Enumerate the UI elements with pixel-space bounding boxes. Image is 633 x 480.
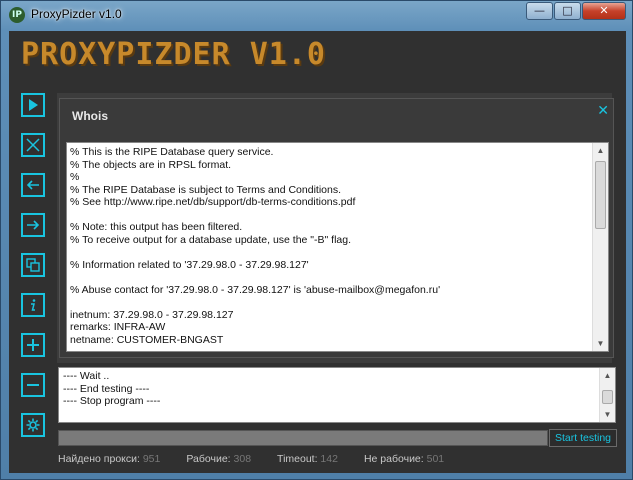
- app-logo: PROXYPIZDER V1.0: [21, 37, 326, 72]
- stat-value: 951: [142, 453, 161, 465]
- stat-label: Timeout:: [277, 453, 321, 465]
- window-controls: — □ ✕: [525, 2, 626, 20]
- title-bar[interactable]: IP ProxyPizder v1.0 — □ ✕: [1, 1, 632, 29]
- stat-value: 501: [426, 453, 445, 465]
- whois-line: % This is the RIPE Database query servic…: [70, 146, 274, 158]
- log-scrollbar[interactable]: ▲ ▼: [599, 368, 615, 422]
- copy-icon: [26, 258, 40, 272]
- scroll-thumb[interactable]: [602, 390, 613, 404]
- whois-line: % The objects are in RPSL format.: [70, 158, 232, 171]
- play-icon: [29, 99, 38, 111]
- close-icon[interactable]: ✕: [597, 103, 609, 119]
- stat-item: Найдено прокси: 951: [58, 453, 160, 465]
- stat-value: 142: [320, 453, 338, 465]
- stats-bar: Найдено прокси: 951 Рабочие: 308 Timeout: …: [58, 453, 470, 465]
- client-area: PROXYPIZDER V1.0 Whois ✕ % This is the R…: [9, 31, 626, 473]
- log-line: ---- Stop program ----: [63, 395, 161, 407]
- copy-button[interactable]: [21, 253, 45, 277]
- minus-icon: [27, 384, 39, 386]
- whois-line: % See http://www.ripe.net/db/support/db-…: [70, 196, 356, 208]
- plus-icon: [27, 339, 39, 351]
- stat-label: Рабочие:: [186, 453, 234, 465]
- remove-button[interactable]: [21, 373, 45, 397]
- whois-line: % To receive output for a database updat…: [70, 233, 352, 246]
- stat-item: Timeout: 142: [277, 453, 338, 465]
- whois-line: inetnum: 37.29.98.0 - 37.29.98.127: [70, 308, 234, 321]
- info-icon: [31, 299, 36, 311]
- log-lines: ---- Wait .. ---- End testing ---- ---- St…: [63, 370, 160, 408]
- whois-output[interactable]: % This is the RIPE Database query servic…: [66, 142, 609, 352]
- app-icon: IP: [9, 7, 25, 23]
- scroll-down-icon[interactable]: ▼: [593, 336, 608, 351]
- log-output[interactable]: ---- Wait .. ---- End testing ---- ---- St…: [58, 367, 616, 423]
- info-button[interactable]: [21, 293, 45, 317]
- stat-value: 308: [233, 453, 252, 465]
- stat-item: Не рабочие: 501: [364, 453, 444, 465]
- log-line: ---- Wait ..: [63, 370, 110, 382]
- whois-line: % The RIPE Database is subject to Terms …: [70, 183, 342, 196]
- settings-button[interactable]: [21, 413, 45, 437]
- scroll-down-icon[interactable]: ▼: [600, 407, 615, 422]
- stat-item: Рабочие: 308: [186, 453, 251, 465]
- sidebar-toolbar: [21, 93, 47, 453]
- app-window: IP ProxyPizder v1.0 — □ ✕ PROXYPIZDER V1…: [0, 0, 633, 480]
- scroll-thumb[interactable]: [595, 161, 606, 229]
- whois-scrollbar[interactable]: ▲ ▼: [592, 143, 608, 351]
- gear-icon: [26, 418, 40, 432]
- minimize-button[interactable]: —: [526, 2, 553, 20]
- maximize-button[interactable]: □: [554, 2, 581, 20]
- whois-line: remarks: INFRA-AW: [70, 321, 166, 333]
- whois-line: %: [70, 171, 80, 183]
- stat-label: Не рабочие:: [363, 453, 427, 465]
- window-title: ProxyPizder v1.0: [31, 7, 122, 21]
- scroll-up-icon[interactable]: ▲: [593, 143, 608, 158]
- stat-label: Найдено прокси:: [58, 453, 143, 465]
- add-button[interactable]: [21, 333, 45, 357]
- close-button[interactable]: ✕: [582, 2, 626, 20]
- import-icon: [26, 180, 39, 190]
- scroll-up-icon[interactable]: ▲: [600, 368, 615, 383]
- whois-line: % Note: this output has been filtered.: [70, 221, 243, 233]
- whois-lines: % This is the RIPE Database query servic…: [70, 146, 590, 346]
- whois-line: [70, 246, 590, 259]
- export-icon: [27, 220, 40, 230]
- progress-bar: [58, 430, 548, 446]
- start-button[interactable]: [21, 93, 45, 117]
- whois-line: % Abuse contact for '37.29.98.0 - 37.29.…: [70, 283, 441, 296]
- log-line: ---- End testing ----: [63, 382, 150, 395]
- start-testing-button[interactable]: Start testing: [549, 429, 617, 447]
- whois-line: netname: CUSTOMER-BNGAST: [70, 333, 224, 346]
- whois-header: Whois ✕: [60, 99, 613, 123]
- whois-title: Whois: [72, 109, 108, 123]
- whois-panel: Whois ✕ % This is the RIPE Database quer…: [59, 98, 614, 358]
- whois-line: [70, 271, 590, 284]
- export-button[interactable]: [21, 213, 45, 237]
- whois-line: % Information related to '37.29.98.0 - 3…: [70, 258, 309, 271]
- stop-icon: [26, 138, 40, 152]
- stop-button[interactable]: [21, 133, 45, 157]
- whois-line: [70, 209, 590, 222]
- whois-line: [70, 296, 590, 309]
- import-button[interactable]: [21, 173, 45, 197]
